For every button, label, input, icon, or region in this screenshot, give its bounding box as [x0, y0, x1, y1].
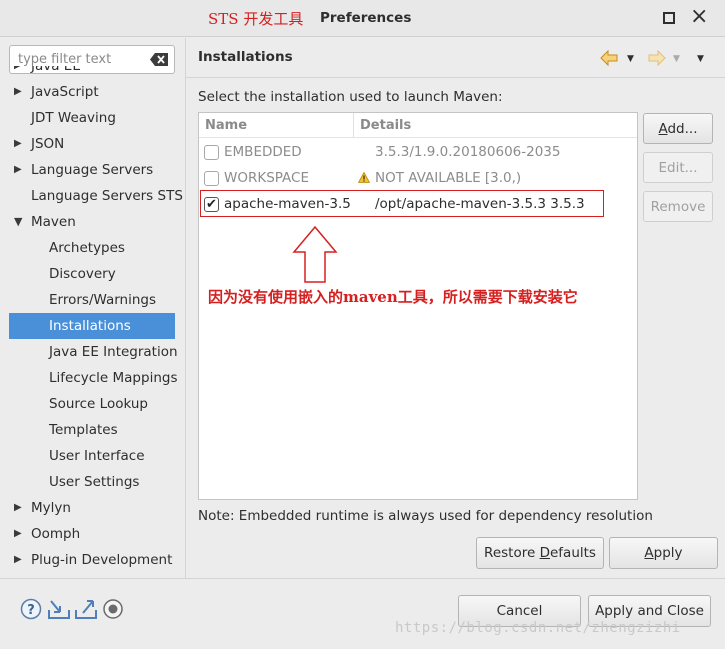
watermark: https://blog.csdn.net/zhengzizhi [395, 620, 681, 636]
help-icon[interactable]: ? [20, 598, 42, 620]
forward-arrow-icon[interactable] [648, 50, 666, 66]
table-row[interactable]: WORKSPACE NOT AVAILABLE [3.0,) [199, 165, 637, 191]
table-row[interactable]: EMBEDDED 3.5.3/1.9.0.20180606-2035 [199, 139, 637, 165]
tree-item-label: JSON [31, 136, 65, 152]
tree-item-label: Language Servers [31, 162, 154, 178]
import-icon[interactable] [47, 598, 71, 620]
back-arrow-icon[interactable] [600, 50, 618, 66]
expand-chevron-right-icon[interactable]: ▶ [14, 521, 26, 547]
clear-filter-icon[interactable] [150, 53, 168, 66]
tree-item[interactable]: ▶ Java EE [0, 66, 186, 79]
tree-item[interactable]: ▶ Language Servers [0, 157, 186, 183]
tree-item[interactable]: Source Lookup [0, 391, 186, 417]
installation-details: 3.5.3/1.9.0.20180606-2035 [375, 144, 561, 160]
installation-details: NOT AVAILABLE [3.0,) [375, 170, 522, 186]
tree-item-label: Discovery [49, 266, 116, 282]
column-header-name[interactable]: Name [199, 113, 354, 138]
tree-item[interactable]: ▶ Plug-in Development [0, 547, 186, 573]
tree-item-label: Templates [49, 422, 118, 438]
tree-item[interactable]: Language Servers STS [0, 183, 186, 209]
page-title: Installations [198, 49, 293, 65]
preferences-tree[interactable]: ▶ Java EE ▶ JavaScript JDT Weaving ▶ JSON ▶ Lang… [0, 66, 186, 578]
installation-checkbox[interactable] [204, 145, 219, 160]
installation-name: EMBEDDED [224, 144, 302, 160]
annotation-up-arrow-icon [292, 226, 338, 283]
edit-button[interactable]: Edit... [643, 152, 713, 183]
tree-item[interactable]: Templates [0, 417, 186, 443]
add-button[interactable]: Add... [643, 113, 713, 144]
tree-item[interactable]: Discovery [0, 261, 186, 287]
column-header-details[interactable]: Details [354, 113, 637, 138]
tree-item-label: Archetypes [49, 240, 125, 256]
tree-item-label: Installations [49, 318, 131, 334]
apply-button[interactable]: Apply [609, 537, 718, 569]
tree-item-label: User Settings [49, 474, 140, 490]
tree-item[interactable]: User Settings [0, 469, 186, 495]
tree-item-label: User Interface [49, 448, 145, 464]
view-menu-chevron-down-icon[interactable]: ▼ [697, 54, 704, 64]
annotation-highlight-box [200, 190, 604, 217]
expand-chevron-right-icon[interactable]: ▶ [14, 131, 26, 157]
tree-item-label: Source Lookup [49, 396, 148, 412]
record-preferences-icon[interactable] [102, 598, 124, 620]
tree-item[interactable]: Installations [9, 313, 175, 339]
annotation-title: STS 开发工具 [208, 10, 304, 28]
forward-menu-chevron-down-icon[interactable]: ▼ [673, 54, 680, 64]
restore-defaults-label: Restore Defaults [484, 545, 596, 561]
tree-item[interactable]: Errors/Warnings [0, 287, 186, 313]
expand-chevron-right-icon[interactable]: ▶ [14, 547, 26, 573]
expand-chevron-right-icon[interactable]: ▶ [14, 495, 26, 521]
divider [185, 38, 186, 578]
tree-item[interactable]: Archetypes [0, 235, 186, 261]
window-title: Preferences [320, 10, 412, 26]
svg-text:?: ? [27, 603, 35, 618]
annotation-text: 因为没有使用嵌入的maven工具，所以需要下载安装它 [208, 288, 578, 306]
close-button[interactable]: × [690, 5, 708, 29]
tree-item-label: Java EE [31, 66, 81, 74]
export-icon[interactable] [74, 598, 98, 620]
embedded-runtime-note: Note: Embedded runtime is always used fo… [198, 508, 653, 524]
tree-item[interactable]: User Interface [0, 443, 186, 469]
expand-chevron-right-icon[interactable]: ▶ [14, 66, 26, 79]
tree-item[interactable]: ▶ Oomph [0, 521, 186, 547]
expand-chevron-right-icon[interactable]: ▶ [14, 79, 26, 105]
tree-item[interactable]: Lifecycle Mappings [0, 365, 186, 391]
tree-item[interactable]: ▶ Mylyn [0, 495, 186, 521]
expand-chevron-down-icon[interactable]: ▼ [14, 209, 26, 235]
tree-item-label: Java EE Integration [49, 344, 178, 360]
tree-item-label: Errors/Warnings [49, 292, 157, 308]
tree-item[interactable]: Java EE Integration [0, 339, 186, 365]
tree-item-label: Language Servers STS [31, 188, 183, 204]
installations-description: Select the installation used to launch M… [198, 89, 503, 105]
tree-item-label: JavaScript [31, 84, 99, 100]
tree-item-label: JDT Weaving [31, 110, 116, 126]
tree-item[interactable]: JDT Weaving [0, 105, 186, 131]
tree-item-label: Plug-in Development [31, 552, 173, 568]
tree-item-label: Maven [31, 214, 76, 230]
divider [186, 77, 725, 78]
warning-icon [358, 172, 370, 183]
installation-checkbox[interactable] [204, 171, 219, 186]
restore-defaults-button[interactable]: Restore Defaults [476, 537, 604, 569]
tree-item[interactable]: ▶ JSON [0, 131, 186, 157]
tree-item[interactable]: ▼ Maven [0, 209, 186, 235]
table-header: Name Details [199, 113, 637, 138]
tree-item-label: Oomph [31, 526, 81, 542]
back-menu-chevron-down-icon[interactable]: ▼ [627, 54, 634, 64]
tree-item-label: Mylyn [31, 500, 71, 516]
maximize-button[interactable] [663, 12, 675, 24]
tree-item[interactable]: ▶ JavaScript [0, 79, 186, 105]
expand-chevron-right-icon[interactable]: ▶ [14, 157, 26, 183]
divider [0, 578, 725, 579]
tree-item-label: Lifecycle Mappings [49, 370, 178, 386]
installation-name: WORKSPACE [224, 170, 310, 186]
remove-button[interactable]: Remove [643, 191, 713, 222]
